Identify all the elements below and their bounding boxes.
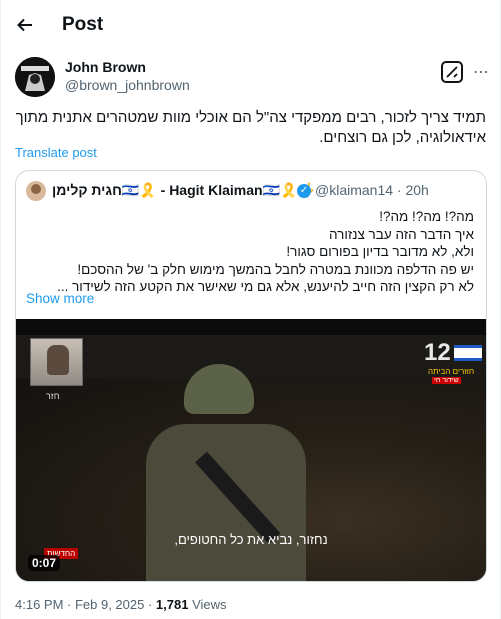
video-duration: 0:07 (28, 555, 61, 571)
quoted-time: · 20h (396, 182, 429, 198)
show-more-link[interactable]: Show more (26, 291, 94, 306)
soldier-helmet (184, 364, 254, 414)
author-avatar[interactable] (15, 57, 55, 97)
page-header: Post (1, 0, 500, 50)
quoted-post[interactable]: חגית קלימן🇮🇱🎗️ - Hagit Klaiman🇮🇱🎗️🤟 ✓ @k… (15, 170, 487, 582)
soldier-figure (146, 364, 321, 581)
author-handle[interactable]: @brown_johnbrown (65, 77, 190, 93)
quoted-post-header: חגית קלימן🇮🇱🎗️ - Hagit Klaiman🇮🇱🎗️🤟 ✓ @k… (16, 181, 486, 201)
quoted-author-handle[interactable]: @klaiman14 · 20h (315, 182, 429, 198)
channel-line2: שידור חי (432, 377, 461, 384)
view-count: 1,781 (155, 597, 189, 612)
post-timestamp[interactable]: 4:16 PM · Feb 9, 2025 · (15, 597, 156, 612)
post-text-line: תמיד צריך לזכור, רבים ממפקדי צה"ל הם אוכ… (15, 109, 486, 126)
page-title: Post (62, 14, 104, 35)
quoted-author-name[interactable]: חגית קלימן🇮🇱🎗️ - Hagit Klaiman🇮🇱🎗️🤟 (52, 182, 315, 199)
arrow-left-icon (17, 18, 32, 32)
quoted-post-text: מה?! מה?! מה?! איך הדבר הזה עבר צנזורה ו… (26, 208, 474, 296)
quoted-text-line: איך הדבר הזה עבר צנזורה (328, 226, 474, 242)
israel-flag-icon (454, 345, 482, 361)
post-detail-page: Post John Brown @brown_johnbrown ⋯ תמיד … (0, 0, 501, 619)
post-text: תמיד צריך לזכור, רבים ממפקדי צה"ל הם אוכ… (15, 108, 486, 148)
back-button[interactable] (13, 13, 37, 37)
translate-post-link[interactable]: Translate post (15, 145, 97, 160)
quoted-handle-text: @klaiman14 (315, 182, 394, 198)
inset-person (47, 345, 69, 375)
quoted-text-line: מה?! מה?! מה?! (379, 209, 474, 224)
video-player[interactable]: חזר 12 חוזרים הביתה שידור חי נחזור, נביא… (16, 319, 486, 581)
video-subtitle: נחזור, נביא את כל החטופים, (174, 532, 328, 547)
grok-icon[interactable] (441, 61, 463, 83)
soldier-torso (146, 424, 306, 581)
channel-logo: 12 חוזרים הביתה שידור חי (424, 339, 482, 384)
video-letterbox (16, 319, 486, 335)
post-meta: 4:16 PM · Feb 9, 2025 · 1,781 Views (15, 597, 227, 612)
channel-number: 12 (424, 339, 451, 366)
video-inset (30, 338, 83, 386)
channel-line1: חוזרים הביתה (428, 367, 475, 376)
quoted-text-line: יש פה הדלפה מכוונת במטרה לחבל בהמשך מימו… (77, 261, 474, 277)
quoted-avatar[interactable] (26, 181, 46, 201)
verified-badge-icon: ✓ (297, 184, 311, 198)
author-name[interactable]: John Brown (65, 59, 146, 75)
inset-label: חזר (46, 391, 60, 401)
quoted-text-line: ולא, לא מדובר בדיון בפורום סגור! (286, 244, 474, 259)
more-icon[interactable]: ⋯ (473, 62, 490, 82)
views-label: Views (188, 597, 227, 612)
